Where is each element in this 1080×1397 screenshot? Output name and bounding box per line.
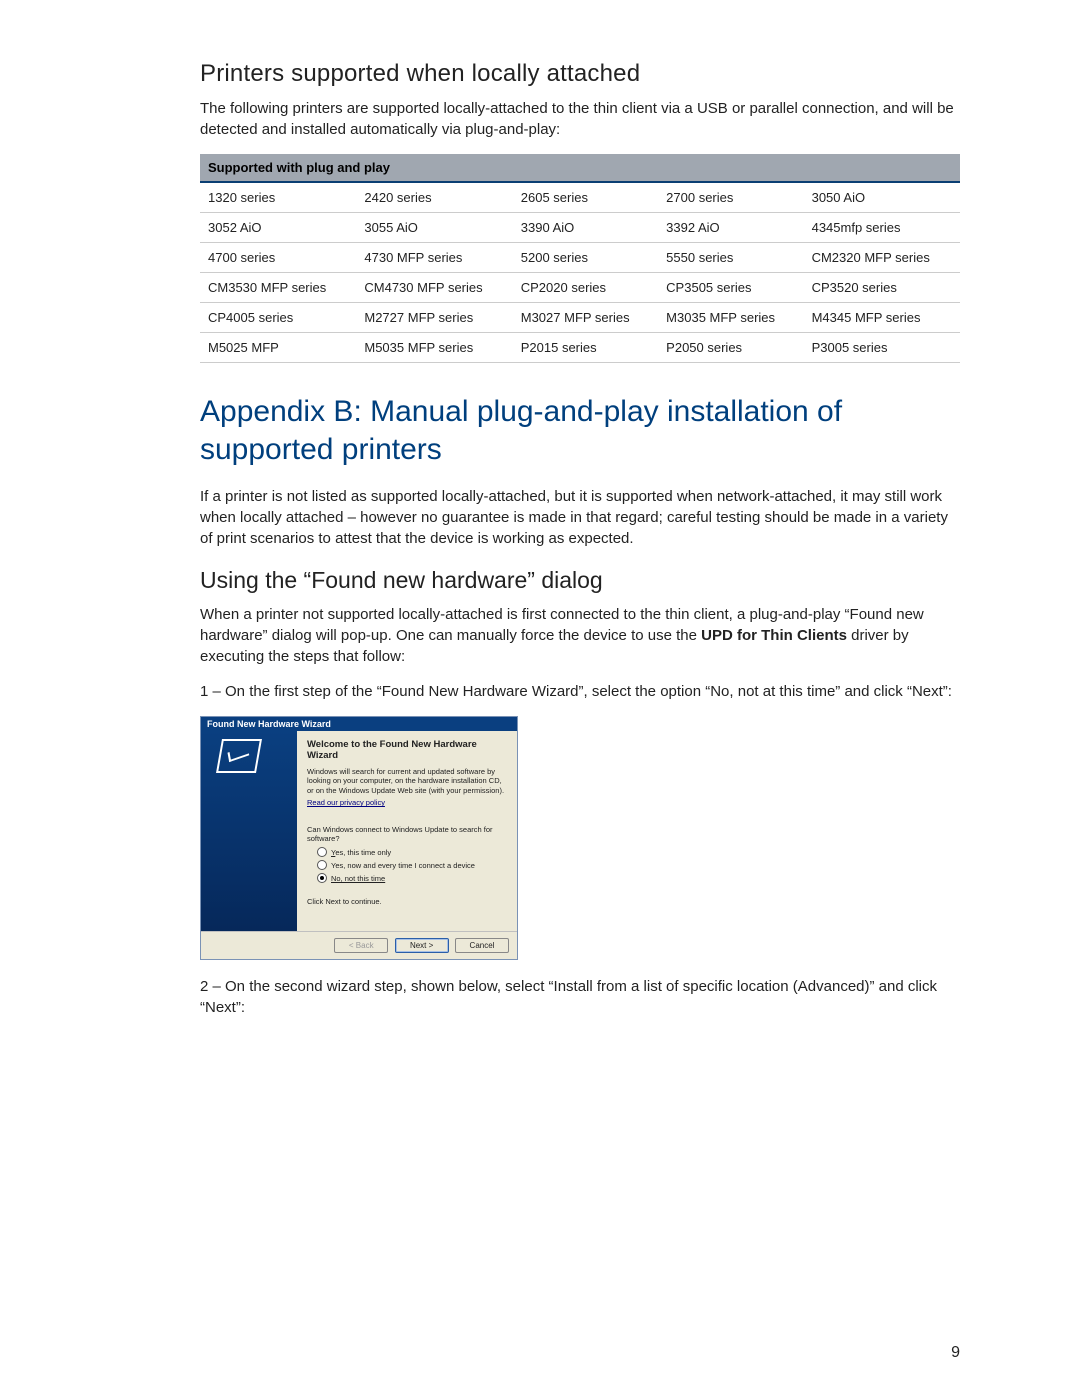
appendix-intro: If a printer is not listed as supported … xyxy=(200,486,960,549)
wizard-desc: Windows will search for current and upda… xyxy=(307,767,507,795)
table-row: 3052 AiO3055 AiO3390 AiO3392 AiO4345mfp … xyxy=(200,213,960,243)
subheading-found-new-hardware: Using the “Found new hardware” dialog xyxy=(200,567,960,594)
using-p1-bold: UPD for Thin Clients xyxy=(701,627,847,644)
hardware-icon xyxy=(216,739,262,773)
table-cell: 5200 series xyxy=(513,243,658,273)
table-cell: CM4730 MFP series xyxy=(356,273,512,303)
table-cell: CP3520 series xyxy=(804,273,960,303)
table-cell: 3390 AiO xyxy=(513,213,658,243)
table-cell: CM2320 MFP series xyxy=(804,243,960,273)
wizard-welcome-heading: Welcome to the Found New Hardware Wizard xyxy=(307,739,507,761)
wizard-option-no[interactable]: No, not this time xyxy=(317,873,507,883)
table-cell: CP3505 series xyxy=(658,273,803,303)
table-row: CP4005 seriesM2727 MFP seriesM3027 MFP s… xyxy=(200,303,960,333)
wizard-option-yes-always[interactable]: Yes, now and every time I connect a devi… xyxy=(317,860,507,870)
next-button[interactable]: Next > xyxy=(395,938,449,953)
radio-icon xyxy=(317,860,327,870)
table-cell: 4345mfp series xyxy=(804,213,960,243)
table-cell: 2420 series xyxy=(356,182,512,213)
table-cell: 4730 MFP series xyxy=(356,243,512,273)
step-2: 2 – On the second wizard step, shown bel… xyxy=(200,976,960,1018)
section-intro-local: The following printers are supported loc… xyxy=(200,98,960,140)
wizard-button-row: < Back Next > Cancel xyxy=(201,931,517,959)
table-cell: 1320 series xyxy=(200,182,356,213)
table-cell: CM3530 MFP series xyxy=(200,273,356,303)
table-cell: 3052 AiO xyxy=(200,213,356,243)
section-heading-local: Printers supported when locally attached xyxy=(200,60,960,88)
table-cell: P2015 series xyxy=(513,333,658,363)
table-cell: CP4005 series xyxy=(200,303,356,333)
table-cell: 5550 series xyxy=(658,243,803,273)
wizard-sidebar-graphic xyxy=(201,731,297,931)
privacy-policy-link[interactable]: Read our privacy policy xyxy=(307,798,385,807)
radio-icon xyxy=(317,873,327,883)
table-cell: M5025 MFP xyxy=(200,333,356,363)
table-row: 4700 series4730 MFP series5200 series555… xyxy=(200,243,960,273)
table-cell: 2605 series xyxy=(513,182,658,213)
found-new-hardware-wizard: Found New Hardware Wizard Welcome to the… xyxy=(200,716,518,960)
wizard-option-yes-once[interactable]: Yes, this time only xyxy=(317,847,507,857)
table-cell: M3035 MFP series xyxy=(658,303,803,333)
table-cell: M5035 MFP series xyxy=(356,333,512,363)
step-1: 1 – On the first step of the “Found New … xyxy=(200,681,960,702)
table-header: Supported with plug and play xyxy=(200,154,960,182)
wizard-title-bar: Found New Hardware Wizard xyxy=(201,717,517,731)
table-cell: M3027 MFP series xyxy=(513,303,658,333)
table-cell: 2700 series xyxy=(658,182,803,213)
table-cell: P2050 series xyxy=(658,333,803,363)
table-cell: 4700 series xyxy=(200,243,356,273)
using-para-1: When a printer not supported locally-att… xyxy=(200,604,960,667)
table-cell: CP2020 series xyxy=(513,273,658,303)
page-number: 9 xyxy=(951,1344,960,1362)
table-cell: 3055 AiO xyxy=(356,213,512,243)
wizard-continue-text: Click Next to continue. xyxy=(307,897,507,906)
table-row: M5025 MFPM5035 MFP seriesP2015 seriesP20… xyxy=(200,333,960,363)
table-cell: 3050 AiO xyxy=(804,182,960,213)
table-cell: 3392 AiO xyxy=(658,213,803,243)
radio-icon xyxy=(317,847,327,857)
table-cell: M4345 MFP series xyxy=(804,303,960,333)
table-cell: M2727 MFP series xyxy=(356,303,512,333)
back-button: < Back xyxy=(334,938,388,953)
appendix-b-heading: Appendix B: Manual plug-and-play install… xyxy=(200,393,960,468)
wizard-question: Can Windows connect to Windows Update to… xyxy=(307,825,507,843)
table-cell: P3005 series xyxy=(804,333,960,363)
table-row: CM3530 MFP seriesCM4730 MFP seriesCP2020… xyxy=(200,273,960,303)
table-row: 1320 series2420 series2605 series2700 se… xyxy=(200,182,960,213)
printers-table: Supported with plug and play 1320 series… xyxy=(200,154,960,363)
cancel-button[interactable]: Cancel xyxy=(455,938,509,953)
